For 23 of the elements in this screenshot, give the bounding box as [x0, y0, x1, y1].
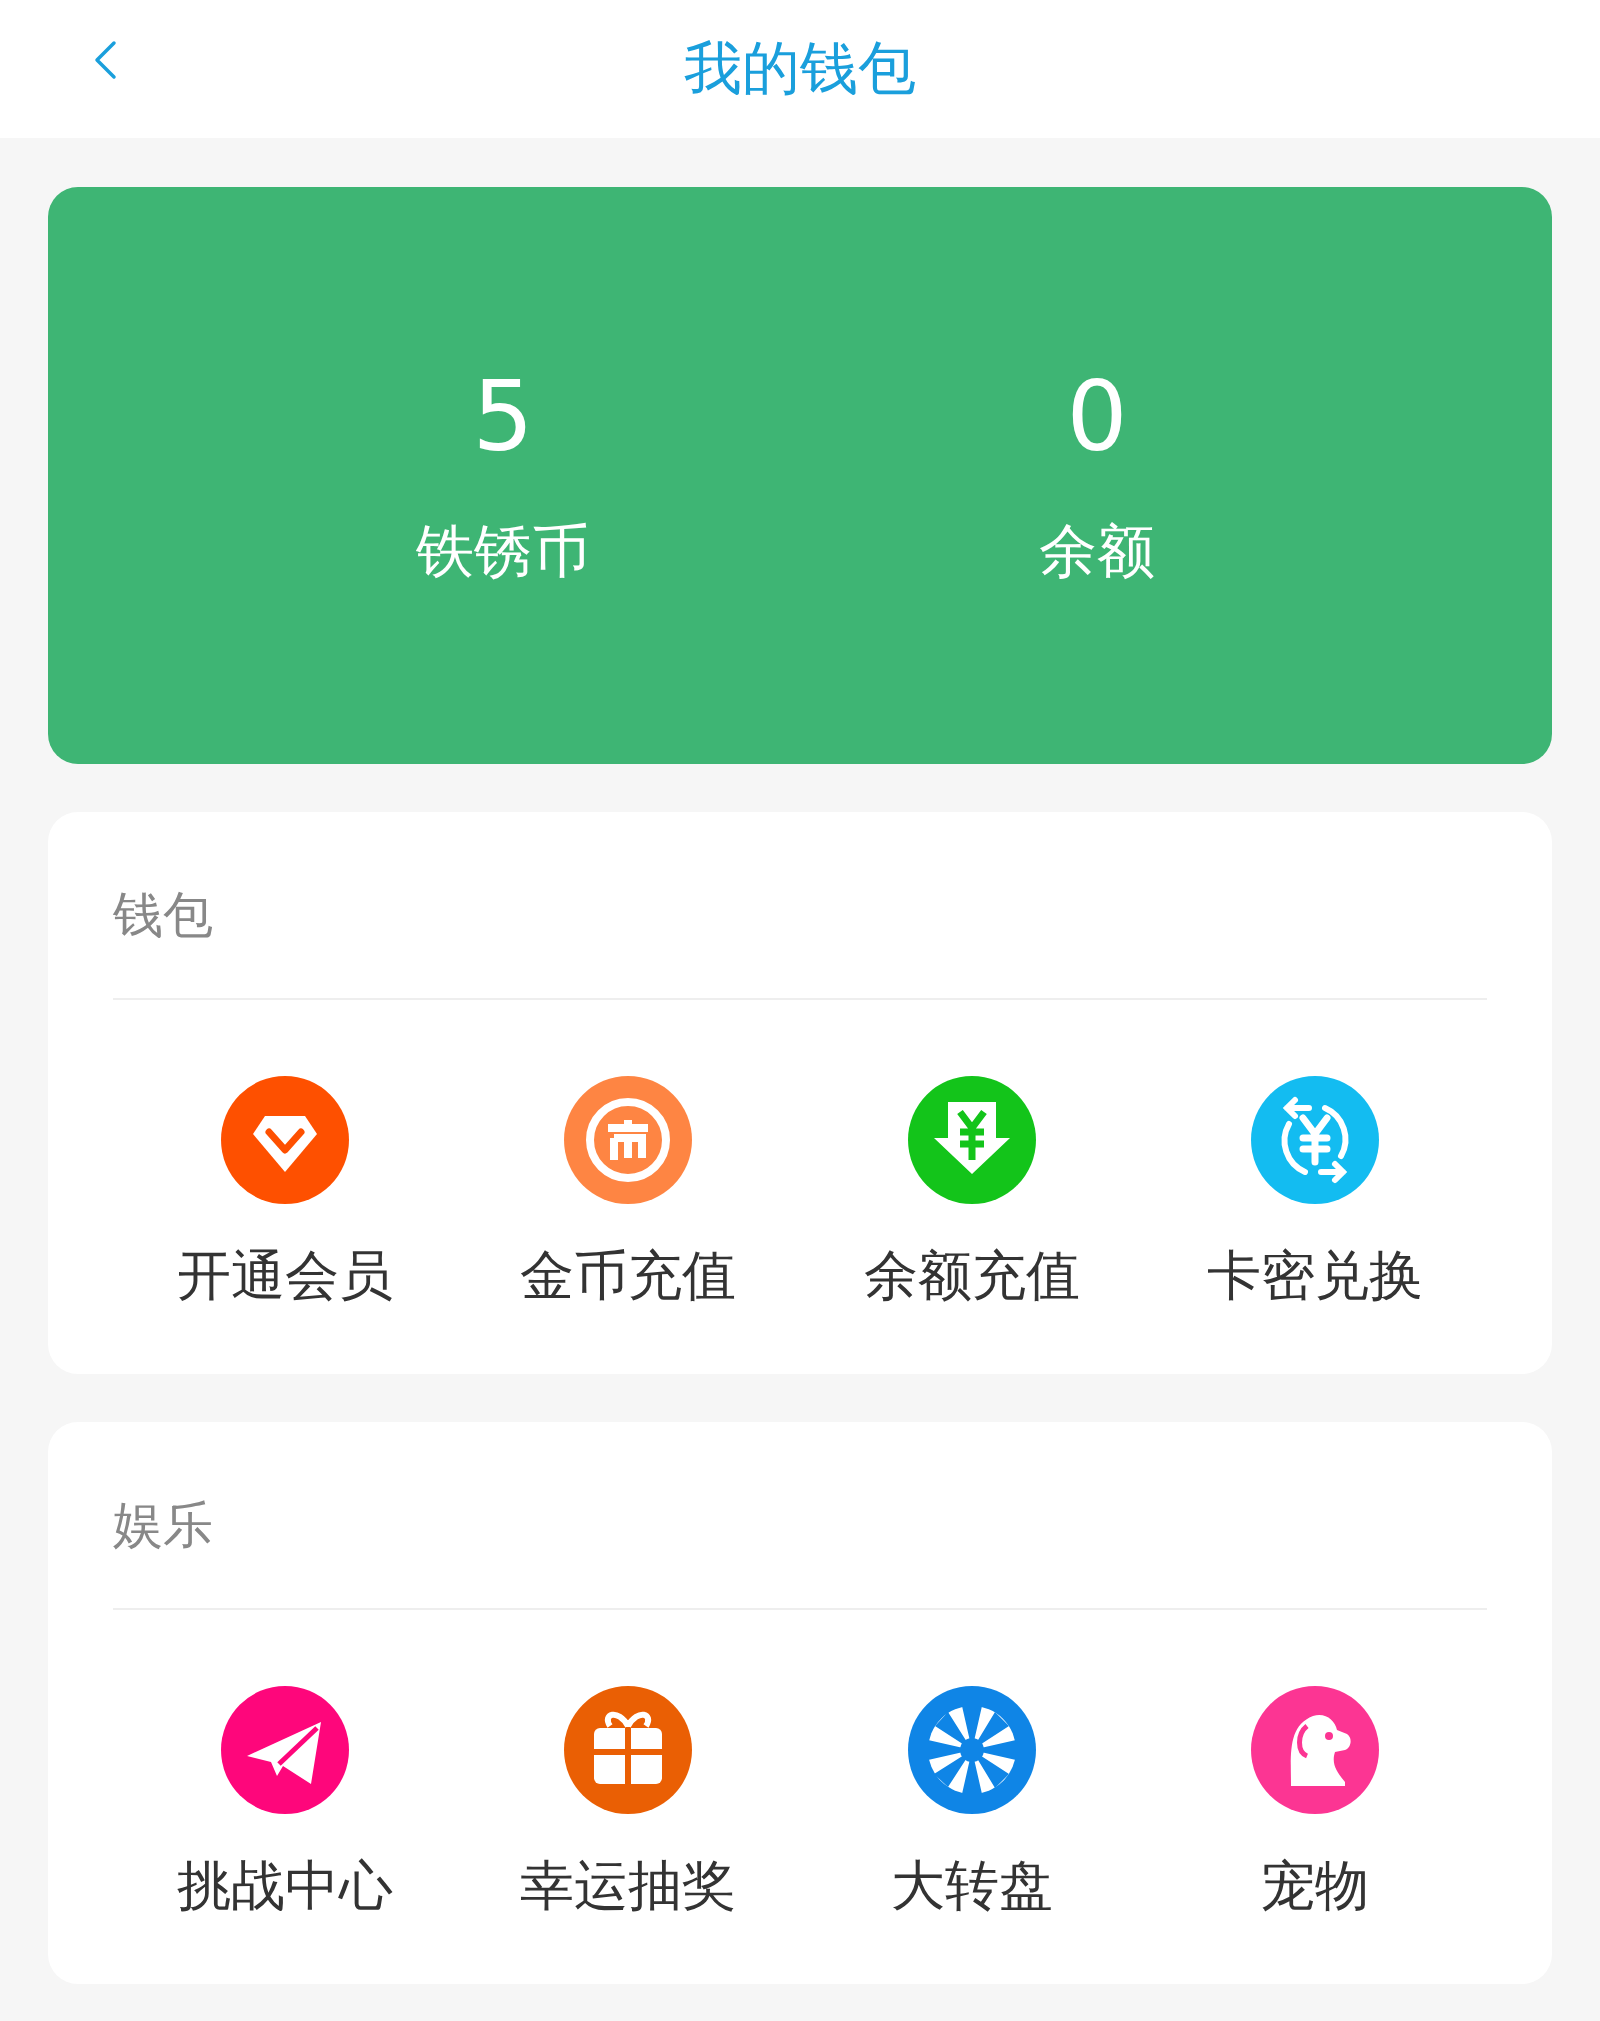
coin-icon[interactable]: [564, 1076, 693, 1204]
stat-value: 0: [1066, 359, 1128, 475]
menu-item-label[interactable]: 大转盘: [890, 1850, 1053, 1923]
menu-item-label[interactable]: 余额充值: [863, 1240, 1080, 1313]
exchange-icon[interactable]: [1251, 1076, 1380, 1204]
menu-item-label[interactable]: 卡密兑换: [1207, 1240, 1424, 1313]
menu-item-label[interactable]: 宠物: [1261, 1850, 1370, 1923]
menu-item-label[interactable]: 幸运抽奖: [520, 1850, 737, 1923]
gift-icon[interactable]: [564, 1686, 693, 1814]
wheel-icon[interactable]: [907, 1686, 1036, 1814]
section-title: 娱乐: [113, 1494, 213, 1556]
stat-label: 余额: [1039, 516, 1155, 588]
stat-label: 铁锈币: [416, 516, 590, 588]
back-icon[interactable]: [92, 40, 118, 80]
section-title: 钱包: [113, 884, 213, 946]
stat-value: 5: [472, 359, 534, 475]
plane-icon[interactable]: [220, 1686, 349, 1814]
menu-item-label[interactable]: 挑战中心: [176, 1850, 393, 1923]
menu-item-label[interactable]: 开通会员: [176, 1240, 393, 1313]
page-title: 我的钱包: [684, 33, 916, 104]
menu-item-label[interactable]: 金币充值: [520, 1240, 737, 1313]
yen-down-icon[interactable]: [907, 1076, 1036, 1204]
dog-icon[interactable]: [1251, 1686, 1380, 1814]
